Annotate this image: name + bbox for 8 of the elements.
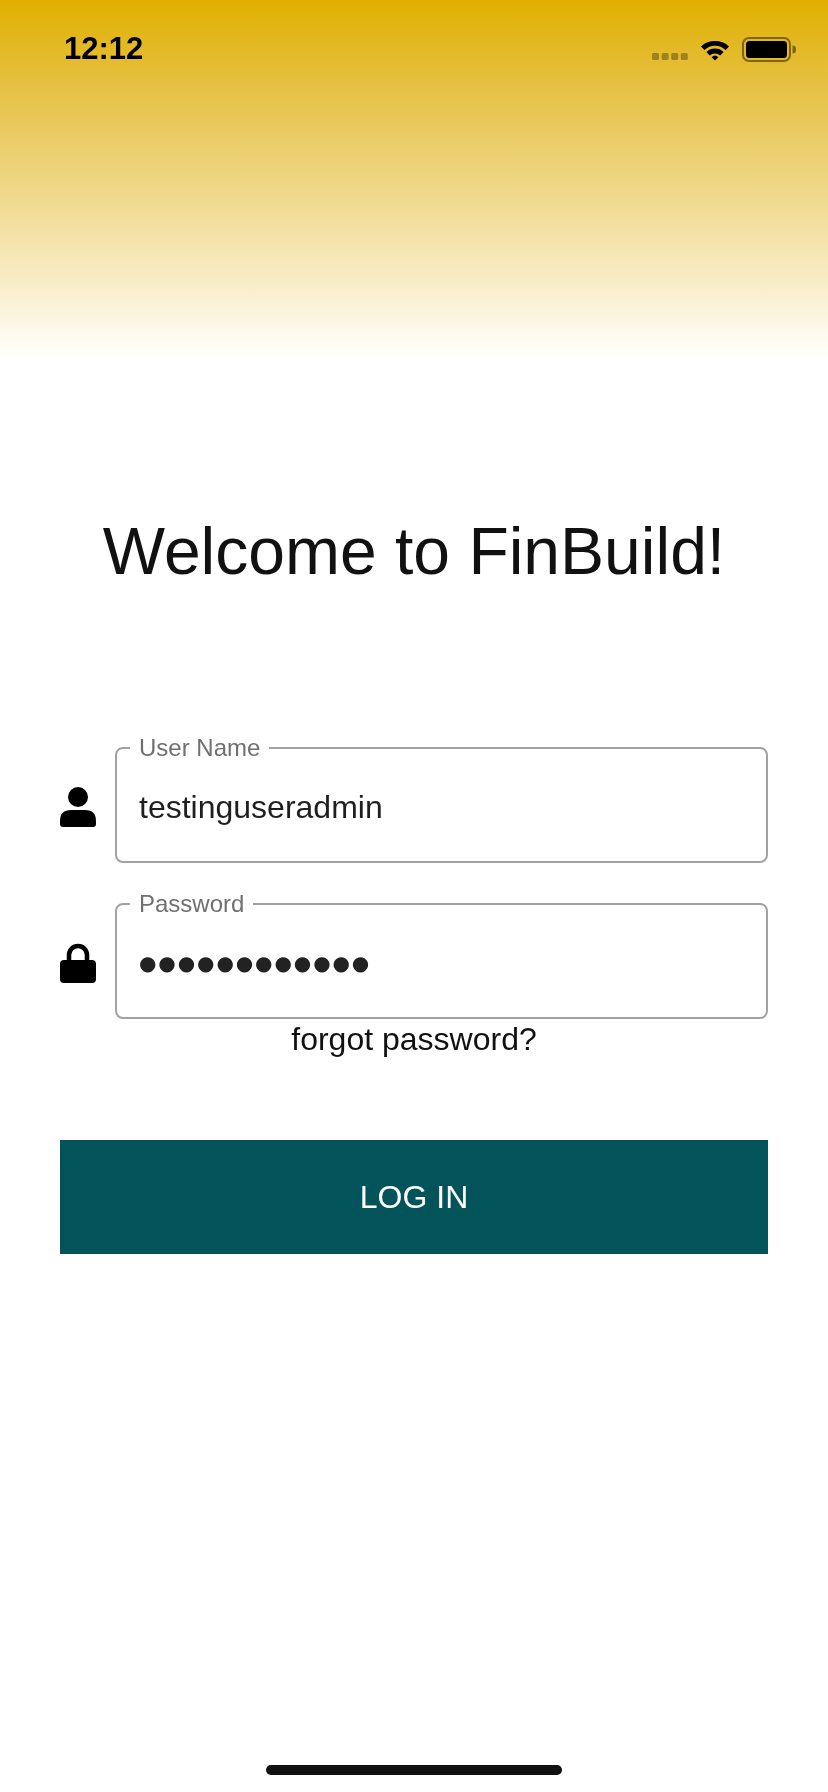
welcome-title: Welcome to FinBuild!: [101, 513, 727, 590]
lock-icon: [60, 943, 96, 983]
battery-icon: [742, 36, 796, 62]
forgot-password-link[interactable]: forgot password?: [291, 1020, 537, 1058]
status-time: 12:12: [64, 31, 144, 67]
login-button[interactable]: LOG IN: [60, 1140, 768, 1254]
person-icon: [60, 787, 96, 827]
signal-icon: [652, 52, 688, 60]
